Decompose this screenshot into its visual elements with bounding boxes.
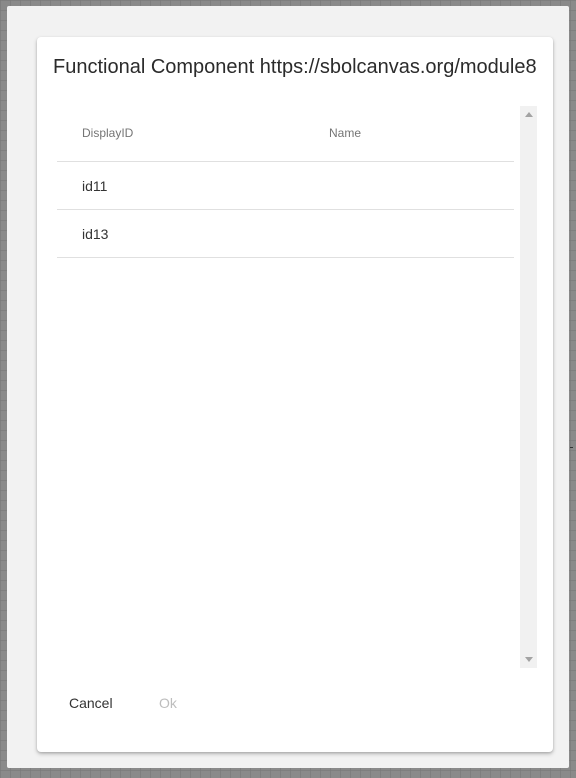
scroll-up-arrow-icon[interactable] bbox=[520, 106, 537, 123]
row-displayid-cell: id13 bbox=[82, 226, 109, 242]
table-row[interactable]: id13 bbox=[57, 210, 514, 258]
cancel-button[interactable]: Cancel bbox=[53, 685, 129, 721]
modal-overlay-panel: Functional Component https://sbolcanvas.… bbox=[7, 6, 569, 768]
component-table: DisplayID Name id11 id13 bbox=[57, 107, 514, 258]
background-canvas-mark bbox=[570, 447, 573, 448]
row-displayid-cell: id11 bbox=[82, 178, 108, 194]
column-header-displayid[interactable]: DisplayID bbox=[82, 126, 133, 140]
table-header-row: DisplayID Name bbox=[57, 107, 514, 162]
functional-component-dialog: Functional Component https://sbolcanvas.… bbox=[37, 37, 553, 752]
table-scrollbar[interactable] bbox=[520, 106, 537, 668]
scroll-down-arrow-icon[interactable] bbox=[520, 651, 537, 668]
dialog-title: Functional Component https://sbolcanvas.… bbox=[53, 56, 537, 78]
column-header-name[interactable]: Name bbox=[329, 126, 361, 140]
table-row[interactable]: id11 bbox=[57, 162, 514, 210]
ok-button[interactable]: Ok bbox=[143, 685, 193, 721]
